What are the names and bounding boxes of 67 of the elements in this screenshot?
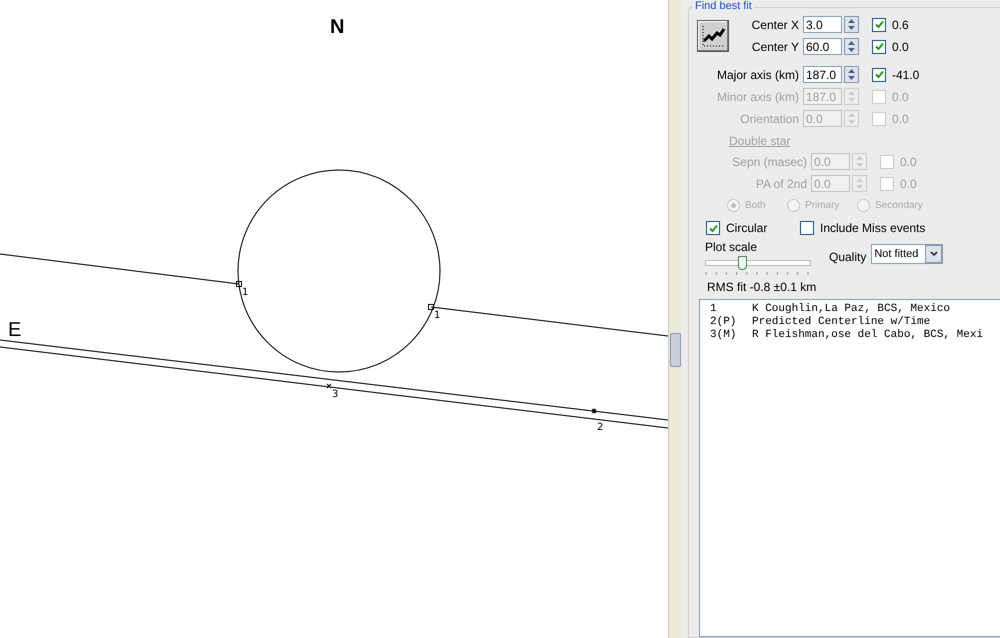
quality-label: Quality bbox=[829, 250, 866, 264]
radio-label: Primary bbox=[805, 200, 840, 210]
cross-marker bbox=[326, 384, 332, 388]
check-icon bbox=[874, 42, 884, 51]
up-down-arrows-icon bbox=[856, 178, 863, 189]
group-title: Find best fit bbox=[693, 0, 754, 12]
checkbox[interactable] bbox=[800, 221, 814, 235]
up-down-arrows-icon bbox=[848, 69, 855, 80]
scrollbar-thumb[interactable] bbox=[670, 333, 681, 367]
north-label: N bbox=[330, 16, 344, 38]
checkbox[interactable] bbox=[706, 221, 720, 235]
up-down-arrows-icon bbox=[848, 113, 855, 124]
spin-button[interactable] bbox=[844, 16, 859, 33]
fit-button[interactable] bbox=[697, 20, 729, 52]
observer-index: 1 bbox=[710, 303, 718, 316]
checkbox-label: Include Miss events bbox=[820, 221, 926, 235]
spin-button[interactable] bbox=[844, 38, 859, 55]
star-marker bbox=[591, 408, 597, 414]
observer-name[interactable]: R Fleishman,ose del Cabo, BCS, Mexi bbox=[752, 329, 984, 342]
radio-label: Secondary bbox=[875, 200, 923, 210]
result-value: 0.6 bbox=[892, 18, 909, 32]
result-value: 0.0 bbox=[900, 176, 917, 190]
quality-dropdown[interactable]: Not fitted bbox=[871, 244, 944, 264]
chord-number: 2 bbox=[597, 422, 604, 433]
slider-thumb[interactable] bbox=[738, 256, 748, 270]
parameter-label: PA of 2nd bbox=[754, 176, 808, 190]
up-down-arrows-icon bbox=[848, 19, 855, 30]
square-marker bbox=[236, 281, 242, 287]
spin-button[interactable] bbox=[844, 66, 859, 83]
up-down-arrows-icon bbox=[848, 91, 855, 102]
observer-name[interactable]: K Coughlin,La Paz, BCS, Mexico bbox=[752, 303, 950, 316]
checkbox[interactable] bbox=[872, 40, 886, 54]
number-field[interactable]: 3.0 bbox=[803, 16, 842, 33]
up-down-arrows-icon bbox=[856, 156, 863, 167]
parameter-label: Center X bbox=[750, 18, 800, 32]
square-marker bbox=[428, 304, 434, 310]
checkbox-label: Circular bbox=[726, 221, 768, 235]
rms-fit-text: RMS fit -0.8 ±0.1 km bbox=[707, 280, 818, 295]
parameter-label: Sepn (masec) bbox=[731, 154, 808, 168]
result-value: 0.0 bbox=[892, 112, 909, 126]
plot-scale-label: Plot scale bbox=[705, 240, 758, 254]
radio-label: Both bbox=[745, 200, 766, 210]
chord-number: 1 bbox=[242, 287, 248, 298]
check-icon bbox=[874, 20, 884, 29]
number-field[interactable]: 60.0 bbox=[803, 38, 842, 55]
result-value: 0.0 bbox=[892, 90, 909, 104]
chord-number: 1 bbox=[434, 310, 440, 321]
number-field[interactable]: 187.0 bbox=[803, 66, 842, 83]
parameter-label: Major axis (km) bbox=[716, 68, 800, 82]
chord-number: 3 bbox=[332, 389, 338, 400]
parameter-label: Center Y bbox=[750, 40, 800, 54]
checkbox[interactable] bbox=[872, 68, 886, 82]
east-label: E bbox=[8, 319, 22, 341]
observer-name[interactable]: Predicted Centerline w/Time bbox=[752, 316, 930, 329]
observer-index: 2(P) bbox=[710, 316, 738, 329]
checkbox[interactable] bbox=[872, 18, 886, 32]
result-value: 0.0 bbox=[900, 154, 917, 168]
result-value: -41.0 bbox=[892, 68, 920, 82]
chevron-down-icon bbox=[930, 251, 938, 257]
observer-index: 3(M) bbox=[710, 329, 738, 342]
up-down-arrows-icon bbox=[848, 41, 855, 52]
check-icon bbox=[874, 70, 884, 79]
check-icon bbox=[708, 224, 718, 232]
parameter-label: Minor axis (km) bbox=[716, 90, 800, 104]
chart-icon bbox=[700, 23, 726, 49]
parameter-label: Orientation bbox=[739, 112, 800, 126]
result-value: 0.0 bbox=[892, 40, 909, 54]
